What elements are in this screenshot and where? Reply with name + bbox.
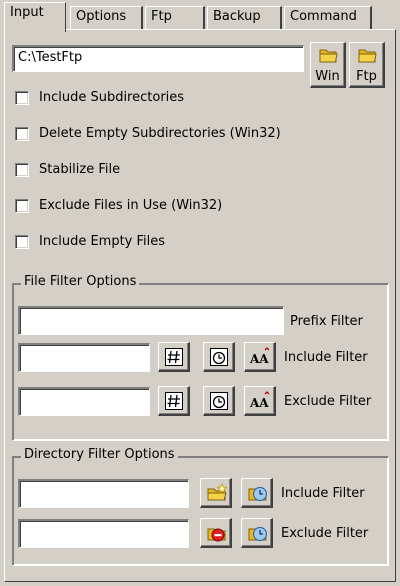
file-include-filter-input[interactable] [18, 343, 150, 372]
path-input[interactable]: C:\TestFtp [12, 45, 304, 72]
case-icon: AA [250, 347, 270, 366]
case-icon-text: AA [250, 396, 269, 410]
clock-icon [210, 348, 228, 366]
directory-filter-group: Directory Filter Options Include Filter [12, 447, 389, 566]
dir-include-filter-label: Include Filter [281, 486, 365, 501]
tab-backup-label: Backup [213, 9, 261, 24]
dir-include-add-button[interactable] [200, 478, 232, 508]
folder-clock-icon [248, 527, 267, 541]
tab-ftp[interactable]: Ftp [145, 6, 205, 30]
dir-exclude-filter-label: Exclude Filter [281, 526, 369, 541]
file-exclude-filter-label: Exclude Filter [284, 394, 372, 409]
dir-include-clock-button[interactable] [241, 478, 273, 508]
prefix-filter-input[interactable] [18, 306, 284, 335]
checkbox-box[interactable] [15, 127, 29, 141]
include-clock-button[interactable] [203, 342, 235, 372]
win-button-label: Win [315, 69, 340, 84]
hash-icon [165, 348, 183, 366]
win-browse-button[interactable]: Win [310, 42, 346, 88]
include-case-button[interactable]: AA [244, 342, 276, 372]
ftp-button-label: Ftp [356, 69, 377, 84]
folder-clock-icon [248, 487, 267, 501]
checkbox-label: Include Empty Files [39, 234, 166, 249]
case-icon-text: AA [250, 352, 269, 366]
exclude-hash-button[interactable] [158, 386, 190, 416]
folder-remove-icon [207, 528, 226, 542]
checkbox-label: Delete Empty Subdirectories (Win32) [39, 126, 281, 141]
folder-icon [358, 49, 377, 63]
tab-strip: Input Options Ftp Backup Command [4, 2, 396, 32]
checkbox-box[interactable] [15, 163, 29, 177]
checkbox-label: Include Subdirectories [39, 90, 185, 105]
directory-filter-title: Directory Filter Options [21, 447, 178, 462]
prefix-filter-label: Prefix Filter [290, 314, 363, 329]
dir-exclude-clock-button[interactable] [241, 518, 273, 548]
tab-input[interactable]: Input [4, 2, 66, 32]
tab-options-label: Options [76, 9, 127, 24]
file-exclude-filter-input[interactable] [18, 387, 150, 416]
tab-options[interactable]: Options [70, 6, 143, 30]
dir-include-filter-input[interactable] [18, 479, 189, 508]
exclude-clock-button[interactable] [203, 386, 235, 416]
case-icon: AA [250, 391, 270, 410]
tab-command[interactable]: Command [284, 6, 372, 30]
dir-exclude-remove-button[interactable] [200, 518, 232, 548]
path-input-value: C:\TestFtp [18, 50, 83, 65]
folder-icon [319, 49, 338, 63]
include-hash-button[interactable] [158, 342, 190, 372]
folder-add-icon [207, 483, 228, 501]
file-filter-group: File Filter Options Prefix Filter AA Inc… [12, 274, 389, 441]
input-panel: C:\TestFtp Win Ftp Include Subdirectorie… [4, 29, 396, 582]
file-filter-title: File Filter Options [21, 274, 140, 289]
checkbox-box[interactable] [15, 235, 29, 249]
tab-backup[interactable]: Backup [207, 6, 282, 30]
dir-exclude-filter-input[interactable] [18, 519, 189, 548]
tab-ftp-label: Ftp [151, 9, 172, 24]
checkbox-label: Exclude Files in Use (Win32) [39, 198, 223, 213]
file-include-filter-label: Include Filter [284, 350, 368, 365]
hash-icon [165, 392, 183, 410]
checkbox-box[interactable] [15, 91, 29, 105]
clock-icon [210, 392, 228, 410]
checkbox-label: Stabilize File [39, 162, 121, 177]
checkbox-box[interactable] [15, 199, 29, 213]
tab-command-label: Command [290, 9, 357, 24]
tab-input-label: Input [10, 5, 44, 20]
exclude-case-button[interactable]: AA [244, 386, 276, 416]
ftp-browse-button[interactable]: Ftp [349, 42, 385, 88]
